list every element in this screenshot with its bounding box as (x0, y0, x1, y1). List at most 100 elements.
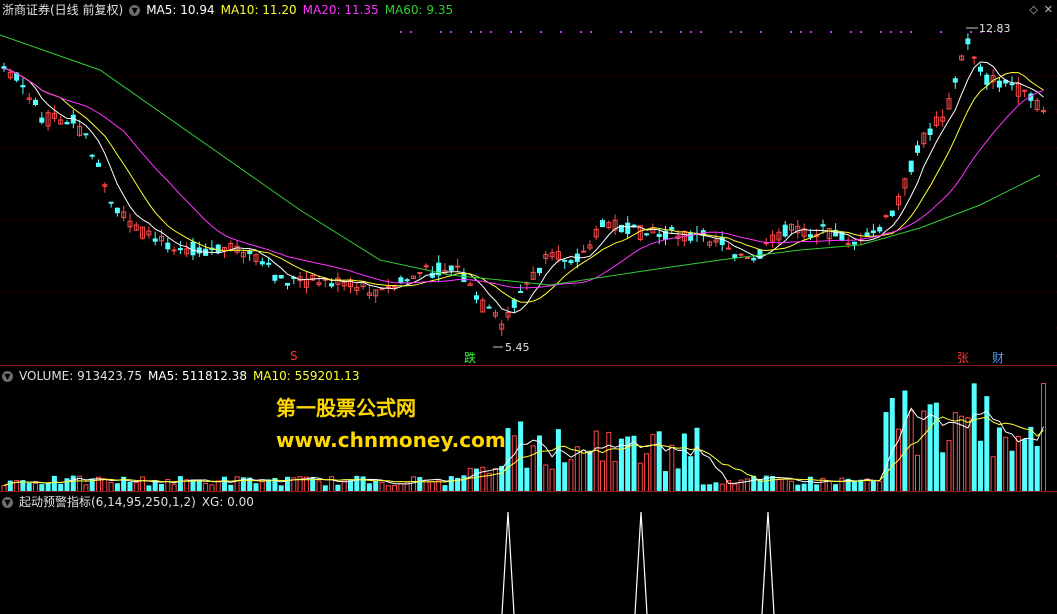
volume-bar (140, 476, 146, 492)
candle-body (89, 154, 95, 157)
volume-bar (751, 475, 757, 492)
candle-body (984, 74, 990, 85)
candle-body (285, 282, 290, 286)
volume-ma10: MA10: 559201.13 (252, 369, 360, 383)
signal-dot (890, 31, 892, 33)
price-chart-canvas[interactable] (0, 0, 1057, 365)
candle-body (751, 257, 757, 261)
volume-bar (448, 476, 454, 492)
volume-bar (889, 398, 895, 492)
signal-dot (480, 31, 482, 33)
volume-bar (1041, 383, 1046, 492)
volume-bar (902, 390, 908, 492)
ma10-value: MA10: 11.20 (220, 3, 297, 17)
candle-body (870, 230, 876, 234)
candle-body (190, 241, 196, 256)
volume-bar (474, 468, 479, 492)
ma5-line (3, 61, 1044, 314)
signal-dot (810, 31, 812, 33)
volume-bar (411, 476, 416, 492)
volume-bar (946, 439, 952, 492)
signal-cai: 财 (992, 351, 1005, 365)
candle-body (486, 306, 492, 309)
volume-bar (644, 453, 650, 492)
volume-bar (606, 431, 612, 492)
candle-body (744, 257, 750, 260)
signal-zhang: 张 (957, 351, 970, 365)
collapse-icon[interactable]: ▼ (129, 4, 141, 16)
candle-body (266, 262, 272, 265)
signal-dot (680, 31, 682, 33)
candle-body (883, 215, 889, 218)
signal-dot (510, 31, 512, 33)
signal-dot (630, 31, 632, 33)
volume-value: VOLUME: 913423.75 (19, 369, 142, 383)
ma5-value: MA5: 10.94 (146, 3, 215, 17)
volume-bar (978, 440, 983, 492)
watermark-url: www.chnmoney.com (276, 428, 506, 452)
candle-body (152, 238, 158, 242)
close-icon[interactable]: ✕ (1044, 3, 1053, 16)
ma20-value: MA20: 11.35 (302, 3, 379, 17)
signal-dot (940, 31, 942, 33)
volume-bar (285, 476, 290, 492)
volume-bar (234, 476, 240, 492)
indicator-canvas[interactable] (0, 492, 1057, 614)
price-chart-panel[interactable]: 浙商证券(日线 前复权) ▼ MA5: 10.94 MA10: 11.20 MA… (0, 0, 1057, 365)
candle-body (272, 274, 278, 281)
candle-body (726, 247, 731, 250)
volume-bar (618, 438, 624, 492)
signal-dot (790, 31, 792, 33)
volume-bar (1015, 435, 1021, 492)
xg-spike (761, 511, 775, 614)
signal-dot (620, 31, 622, 33)
volume-chart-panel[interactable]: ▼ VOLUME: 913423.75 MA5: 511812.38 MA10:… (0, 365, 1057, 492)
candle-body (461, 273, 467, 283)
collapse-icon[interactable]: ▼ (2, 370, 13, 382)
candle-body (537, 267, 542, 274)
signal-dot (830, 31, 832, 33)
diamond-icon[interactable]: ◇ (1029, 3, 1037, 16)
signal-dot (520, 31, 522, 33)
volume-bar (927, 404, 933, 492)
candle-body (568, 260, 574, 264)
signal-dot (850, 31, 852, 33)
candle-body (247, 250, 253, 255)
ma20-line (3, 67, 1044, 289)
candle-body (114, 207, 120, 214)
volume-bar (417, 477, 423, 492)
volume-bar (581, 449, 587, 492)
candle-body (1009, 83, 1015, 86)
candle-body (719, 236, 725, 246)
candle-body (417, 272, 423, 275)
candle-body (669, 227, 675, 230)
volume-bar (971, 383, 977, 492)
volume-bar (965, 417, 971, 492)
signal-dot (440, 31, 442, 33)
candle-body (852, 241, 857, 245)
volume-bar (675, 468, 681, 492)
signal-dot (700, 31, 702, 33)
volume-bar (543, 464, 549, 492)
volume-bar (537, 435, 542, 492)
candle-body (329, 283, 335, 287)
signal-dot (660, 31, 662, 33)
candle-body (259, 261, 265, 265)
candle-body (1022, 89, 1028, 92)
signal-dot (730, 31, 732, 33)
volume-bar (688, 456, 694, 492)
window-controls: ◇ ✕ (1029, 3, 1053, 16)
collapse-icon[interactable]: ▼ (2, 496, 13, 508)
volume-bar (650, 434, 656, 492)
candle-body (738, 253, 744, 256)
volume-chart-canvas[interactable] (0, 366, 1057, 492)
volume-bar (839, 477, 845, 492)
candle-body (915, 145, 920, 153)
candle-body (33, 99, 38, 106)
signal-dot (450, 31, 452, 33)
signal-dot (910, 31, 912, 33)
indicator-panel[interactable]: ▼ 起动预警指标(6,14,95,250,1,2) XG: 0.00 (0, 491, 1057, 614)
candle-body (845, 242, 851, 245)
volume-bar (908, 410, 914, 492)
candle-body (278, 275, 284, 279)
